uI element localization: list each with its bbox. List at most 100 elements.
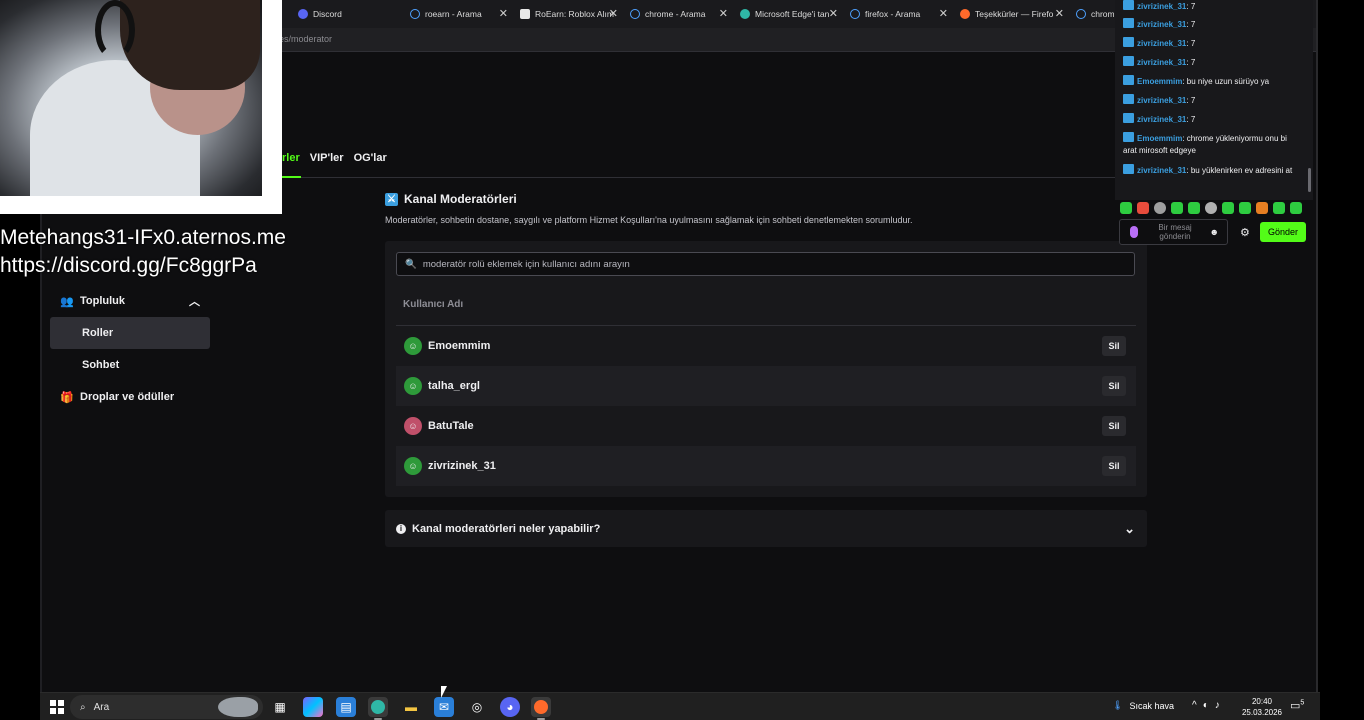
volume-icon[interactable]: ♪ bbox=[1215, 700, 1220, 711]
chat-message: zivrizinek_31: 7 bbox=[1123, 113, 1301, 126]
tab-firefox-thanks[interactable]: Teşekkürler — Firefo ✕ bbox=[954, 4, 1068, 24]
taskbar: ⌕ Ara ▦ ▤ ▬ ✉ ◎ ◕ 🌡 Sıcak hava ^ ◐ ♪ 20:… bbox=[40, 692, 1320, 720]
server-address-overlay: Metehangs31-IFx0.aternos.me bbox=[0, 226, 286, 249]
discord-link-overlay: https://discord.gg/Fc8ggrPa bbox=[0, 254, 257, 277]
chevron-up-icon[interactable]: ^ bbox=[1192, 700, 1197, 711]
moderator-badge-icon bbox=[1123, 94, 1134, 104]
moderators-panel: 🔍 moderatör rolü eklemek için kullanıcı … bbox=[385, 241, 1147, 497]
store-icon[interactable]: ▤ bbox=[336, 697, 356, 717]
avatar: ☺ bbox=[404, 457, 422, 475]
chat-scrollbar[interactable] bbox=[1308, 168, 1311, 192]
community-icon: 👥 bbox=[60, 295, 74, 308]
tab-firefox-search[interactable]: firefox - Arama ✕ bbox=[844, 4, 952, 24]
chat-input[interactable]: Bir mesaj gönderin ☻ bbox=[1119, 219, 1228, 245]
active-tab-indicator bbox=[282, 176, 301, 178]
moderator-badge-icon bbox=[1123, 0, 1134, 10]
notification-icon[interactable]: ▭5 bbox=[1290, 699, 1304, 712]
remove-button[interactable]: Sil bbox=[1102, 416, 1126, 436]
emote-icon[interactable] bbox=[1273, 202, 1285, 214]
emote-icon[interactable] bbox=[1188, 202, 1200, 214]
windows-start-icon[interactable] bbox=[50, 700, 64, 714]
site-icon bbox=[520, 9, 530, 19]
search-highlight-image bbox=[218, 697, 258, 717]
copilot-icon[interactable] bbox=[303, 697, 323, 717]
webcam-overlay bbox=[0, 0, 282, 214]
sword-icon: ⚔ bbox=[385, 192, 398, 206]
remove-button[interactable]: Sil bbox=[1102, 456, 1126, 476]
send-button[interactable]: Gönder bbox=[1260, 222, 1306, 242]
emoji-icon[interactable]: ☻ bbox=[1210, 227, 1219, 237]
sidebar-item-chat[interactable]: Sohbet bbox=[50, 349, 210, 381]
emote-icon[interactable] bbox=[1120, 202, 1132, 214]
close-icon[interactable]: ✕ bbox=[1055, 7, 1064, 20]
close-icon[interactable]: ✕ bbox=[939, 7, 948, 20]
moderator-badge-icon bbox=[1123, 37, 1134, 47]
moderator-row: ☺ talha_ergl Sil bbox=[396, 366, 1136, 406]
weather-widget[interactable]: 🌡 Sıcak hava bbox=[1112, 700, 1174, 711]
gift-icon: 🎁 bbox=[60, 391, 74, 404]
moderator-row: ☺ zivrizinek_31 Sil bbox=[396, 446, 1136, 486]
tab-roearn-site[interactable]: RoEarn: Roblox Alım ✕ bbox=[514, 4, 622, 24]
firefox-icon bbox=[960, 9, 970, 19]
emote-icon[interactable] bbox=[1222, 202, 1234, 214]
tab-ogs[interactable]: OG'lar bbox=[354, 152, 387, 178]
edge-icon bbox=[740, 9, 750, 19]
chat-message: zivrizinek_31: 7 bbox=[1123, 94, 1301, 107]
section-description: Moderatörler, sohbetin dostane, saygılı … bbox=[385, 215, 913, 225]
tab-roearn-search[interactable]: roearn - Arama ✕ bbox=[404, 4, 512, 24]
moderator-badge-icon bbox=[1123, 113, 1134, 123]
mouse-cursor bbox=[441, 686, 447, 698]
microphone-icon[interactable] bbox=[1130, 226, 1138, 238]
emote-icon[interactable] bbox=[1137, 202, 1149, 214]
file-explorer-icon[interactable]: ▬ bbox=[401, 697, 421, 717]
column-header-username: Kullanıcı Adı bbox=[403, 299, 464, 310]
close-icon[interactable]: ✕ bbox=[719, 7, 728, 20]
tab-chrome-search[interactable]: chrome - Arama ✕ bbox=[624, 4, 732, 24]
edge-taskbar-icon[interactable] bbox=[368, 697, 388, 720]
search-icon: ⌕ bbox=[80, 701, 86, 713]
tab-discord[interactable]: Discord bbox=[292, 4, 402, 24]
chat-message: zivrizinek_31: 7 bbox=[1123, 37, 1301, 50]
chat-message: zivrizinek_31: 7 bbox=[1123, 18, 1301, 31]
sidebar-item-roles[interactable]: Roller bbox=[50, 317, 210, 349]
search-icon bbox=[410, 9, 420, 19]
discord-taskbar-icon[interactable]: ◕ bbox=[500, 697, 520, 717]
search-icon bbox=[850, 9, 860, 19]
chat-message: zivrizinek_31: bu yüklenirken ev adresin… bbox=[1123, 164, 1301, 177]
tab-edge[interactable]: Microsoft Edge'i tan ✕ bbox=[734, 4, 842, 24]
screen: Discord roearn - Arama ✕ RoEarn: Roblox … bbox=[0, 0, 1364, 720]
emote-icon[interactable] bbox=[1154, 202, 1166, 214]
emote-icon[interactable] bbox=[1239, 202, 1251, 214]
network-icon[interactable]: ◐ bbox=[1203, 700, 1209, 711]
mail-icon[interactable]: ✉ bbox=[434, 697, 454, 717]
moderator-search-input[interactable]: 🔍 moderatör rolü eklemek için kullanıcı … bbox=[396, 252, 1135, 276]
obs-icon[interactable]: ◎ bbox=[467, 697, 487, 717]
sidebar-item-community[interactable]: 👥 Topluluk ︿ bbox=[50, 285, 210, 317]
emote-icon[interactable] bbox=[1171, 202, 1183, 214]
close-icon[interactable]: ✕ bbox=[499, 7, 508, 20]
tab-chrome-search-2[interactable]: chrome - bbox=[1070, 4, 1120, 24]
close-icon[interactable]: ✕ bbox=[609, 7, 618, 20]
tab-vips[interactable]: VIP'ler bbox=[310, 152, 344, 178]
search-icon bbox=[1076, 9, 1086, 19]
task-view-icon[interactable]: ▦ bbox=[270, 697, 290, 717]
system-tray: ^ ◐ ♪ bbox=[1192, 700, 1220, 711]
faq-accordion[interactable]: i Kanal moderatörleri neler yapabilir? ⌄ bbox=[385, 510, 1147, 547]
headphones-icon bbox=[95, 0, 135, 60]
emote-icon[interactable] bbox=[1256, 202, 1268, 214]
chevron-down-icon: ⌄ bbox=[1124, 521, 1135, 536]
chat-message: zivrizinek_31: 7 bbox=[1123, 56, 1301, 69]
remove-button[interactable]: Sil bbox=[1102, 376, 1126, 396]
clock[interactable]: 20:40 25.03.2026 bbox=[1240, 696, 1284, 718]
moderator-badge-icon bbox=[1123, 56, 1134, 66]
gear-icon[interactable]: ⚙ bbox=[1240, 226, 1250, 239]
search-icon bbox=[630, 9, 640, 19]
firefox-taskbar-icon[interactable] bbox=[531, 697, 551, 720]
emote-icon[interactable] bbox=[1205, 202, 1217, 214]
sidebar-item-drops[interactable]: 🎁 Droplar ve ödüller bbox=[50, 381, 210, 413]
close-icon[interactable]: ✕ bbox=[829, 7, 838, 20]
remove-button[interactable]: Sil bbox=[1102, 336, 1126, 356]
thermometer-icon: 🌡 bbox=[1112, 700, 1124, 710]
tab-moderators[interactable]: rler bbox=[282, 152, 300, 178]
emote-icon[interactable] bbox=[1290, 202, 1302, 214]
